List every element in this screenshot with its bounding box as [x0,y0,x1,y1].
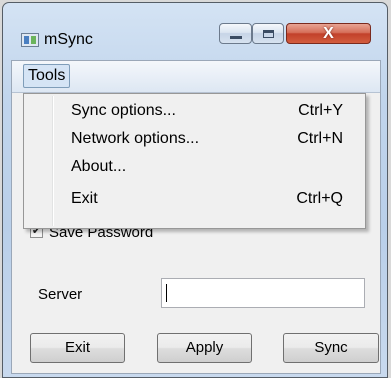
menu-item-label: Exit [71,190,98,207]
menu-bar: Tools [12,61,380,93]
menu-item-shortcut: Ctrl+Y [298,102,343,119]
server-label: Server [38,286,83,303]
menu-item-exit[interactable]: Exit Ctrl+Q [24,185,365,212]
menu-item-label: Network options... [71,130,200,147]
menu-item-sync-options[interactable]: Sync options... Ctrl+Y [24,97,365,124]
maximize-icon [262,29,274,38]
maximize-button[interactable] [252,23,284,44]
window-title: mSync [44,31,93,48]
title-bar[interactable]: mSync X [3,3,387,59]
close-icon: X [323,24,334,42]
text-caret [166,284,167,302]
menu-tools[interactable]: Tools [23,64,71,88]
menu-item-network-options[interactable]: Network options... Ctrl+N [24,125,365,152]
tools-dropdown-menu: Sync options... Ctrl+Y Network options..… [23,93,366,229]
menu-item-about[interactable]: About... [24,153,365,180]
server-input[interactable] [161,278,365,308]
apply-button[interactable]: Apply [157,333,252,363]
close-button[interactable]: X [286,23,371,44]
menu-item-shortcut: Ctrl+N [297,130,343,147]
menu-item-label: Sync options... [71,102,176,119]
menu-item-label: About... [71,158,127,175]
app-icon [21,33,39,47]
app-window: mSync X Tools ✔ Save Password Server Exi… [2,2,388,378]
minimize-icon [229,36,242,39]
menu-item-shortcut: Ctrl+Q [296,190,343,207]
minimize-button[interactable] [219,23,252,44]
sync-button[interactable]: Sync [283,333,379,363]
exit-button[interactable]: Exit [30,333,125,363]
